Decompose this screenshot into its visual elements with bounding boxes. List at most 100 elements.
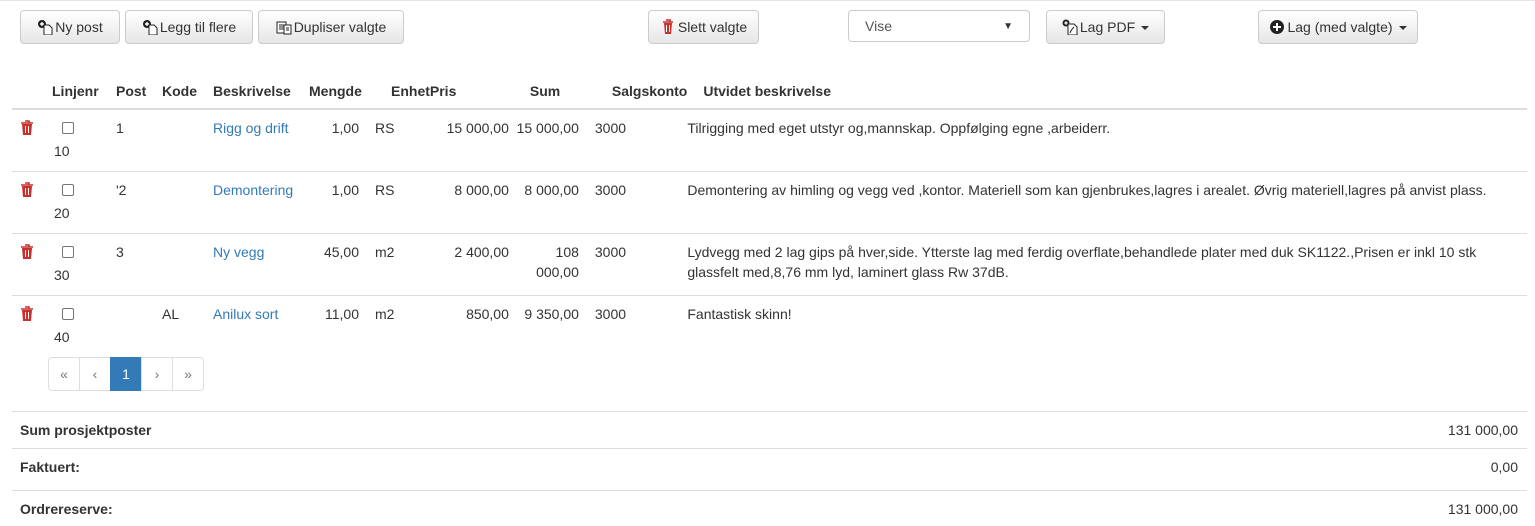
caret-down-icon [1398, 26, 1407, 30]
sum-label: Sum prosjektposter [20, 421, 152, 438]
new-post-button[interactable]: Ny post [20, 10, 120, 44]
row-salgskonto: 3000 [594, 171, 688, 234]
trash-icon[interactable] [20, 120, 34, 136]
pager-current-page[interactable]: 1 [110, 357, 142, 391]
summary-invoiced-row: Faktuert: 0,00 [12, 448, 1527, 484]
header-actions [12, 74, 42, 110]
duplicate-icon [276, 21, 292, 35]
row-linjenr: 10 [54, 143, 70, 159]
row-utvidet: Tilrigging med eget utstyr og,mannskap. … [687, 120, 1111, 136]
row-beskrivelse-link[interactable]: Ny vegg [213, 233, 309, 296]
row-checkbox[interactable] [62, 184, 74, 196]
row-beskrivelse-link[interactable]: Demontering [213, 171, 309, 234]
row-enhet: RS [375, 120, 395, 136]
row-checkbox[interactable] [62, 246, 74, 258]
pagination: « ‹ 1 › » [48, 357, 204, 391]
row-utvidet: Fantastisk skinn! [687, 295, 1527, 357]
row-utvidet: Demontering av himling og vegg ved ,kont… [687, 171, 1527, 234]
pager-next[interactable]: › [141, 357, 173, 391]
row-mengde: 11,00 [309, 295, 375, 357]
pager-first[interactable]: « [48, 357, 80, 391]
pdf-icon [1062, 19, 1078, 35]
row-pris: 15 000,00 [446, 120, 509, 136]
row-controls: 10 [12, 109, 116, 172]
row-linjenr: 30 [54, 267, 70, 283]
table-row: 40 AL Anilux sort 11,00 m2 850,00 9 350,… [12, 295, 1527, 357]
new-post-label: Ny post [55, 19, 103, 35]
invoiced-label: Faktuert: [20, 458, 80, 475]
row-utvidet: Lydvegg med 2 lag gips på hver,side. Ytt… [687, 233, 1527, 296]
row-mengde: 1,00 [309, 171, 375, 234]
header-enhet[interactable]: Enhet [375, 74, 430, 110]
reserve-value: 131 000,00 [1447, 500, 1518, 517]
caret-down-icon [1141, 26, 1150, 30]
add-more-button[interactable]: Legg til flere [125, 10, 253, 44]
header-post[interactable]: Post [116, 74, 162, 110]
header-salgskonto[interactable]: Salgskonto [594, 74, 688, 110]
row-kode: AL [162, 295, 213, 357]
table-row: 20 '2 Demontering 1,00 RS 8 000,00 8 000… [12, 171, 1527, 234]
chevron-down-icon: ▼ [1003, 20, 1013, 32]
row-beskrivelse-link[interactable]: Anilux sort [213, 295, 309, 357]
delete-label: Slett valgte [677, 19, 748, 35]
header-mengde[interactable]: Mengde [309, 74, 375, 110]
row-pris: 8 000,00 [429, 171, 509, 234]
header-linjenr[interactable]: Linjenr [42, 74, 116, 110]
view-select[interactable]: Vise ▼ [848, 10, 1030, 42]
trash-icon[interactable] [20, 244, 34, 260]
posts-table: Linjenr Post Kode Beskrivelse Mengde Enh… [12, 74, 1527, 357]
row-salgskonto: 3000 [594, 295, 688, 357]
row-controls: 30 [12, 233, 116, 296]
duplicate-label: Dupliser valgte [293, 19, 387, 35]
row-post: 3 [116, 233, 162, 296]
row-post: '2 [116, 171, 162, 234]
header-beskrivelse[interactable]: Beskrivelse [213, 74, 309, 110]
row-sum: 8 000,00 [508, 171, 595, 234]
row-salgskonto: 3000 [594, 233, 688, 296]
make-with-selected-button[interactable]: Lag (med valgte) [1258, 10, 1418, 44]
add-document-icon [142, 20, 158, 35]
summary-reserve-row: Ordrereserve: 131 000,00 [12, 490, 1527, 526]
header-sum[interactable]: Sum [508, 74, 595, 110]
row-mengde: 45,00 [309, 233, 375, 296]
row-sum: 108 000,00 [508, 233, 595, 296]
row-enhet: m2 [375, 233, 430, 296]
row-pris: 2 400,00 [429, 233, 509, 296]
row-kode [162, 233, 213, 296]
row-linjenr: 40 [54, 329, 70, 345]
duplicate-selected-button[interactable]: Dupliser valgte [258, 10, 404, 44]
row-post [116, 295, 162, 357]
trash-icon[interactable] [20, 182, 34, 198]
row-controls: 40 [12, 295, 116, 357]
pager-prev[interactable]: ‹ [79, 357, 111, 391]
table-row: 30 3 Ny vegg 45,00 m2 2 400,00 108 000,0… [12, 233, 1527, 296]
row-kode [162, 109, 213, 172]
reserve-label: Ordrereserve: [20, 500, 113, 517]
header-pris[interactable]: Pris [429, 74, 509, 110]
header-utvidet[interactable]: Utvidet beskrivelse [687, 74, 1527, 110]
row-beskrivelse-link[interactable]: Rigg og drift [213, 109, 309, 172]
row-checkbox[interactable] [62, 122, 74, 134]
row-kode [162, 171, 213, 234]
pager-last[interactable]: » [172, 357, 204, 391]
row-controls: 20 [12, 171, 116, 234]
make-with-selected-label: Lag (med valgte) [1287, 19, 1393, 35]
invoiced-value: 0,00 [1490, 458, 1518, 475]
row-mengde: 1,00 [331, 120, 359, 136]
row-linjenr: 20 [54, 205, 70, 221]
trash-icon [662, 19, 673, 34]
row-sum: 15 000,00 [516, 120, 579, 136]
table-header-row: Linjenr Post Kode Beskrivelse Mengde Enh… [12, 74, 1527, 110]
delete-selected-button[interactable]: Slett valgte [648, 10, 759, 44]
trash-icon[interactable] [20, 306, 34, 322]
summary-total-row: Sum prosjektposter 131 000,00 [12, 411, 1527, 447]
add-more-label: Legg til flere [159, 19, 237, 35]
row-checkbox[interactable] [62, 308, 74, 320]
header-kode[interactable]: Kode [162, 74, 213, 110]
row-enhet: RS [375, 171, 430, 234]
view-select-value: Vise [865, 18, 892, 34]
row-post: 1 [116, 120, 124, 136]
make-pdf-button[interactable]: Lag PDF [1046, 10, 1165, 44]
sum-value: 131 000,00 [1447, 421, 1518, 438]
row-enhet: m2 [375, 295, 430, 357]
